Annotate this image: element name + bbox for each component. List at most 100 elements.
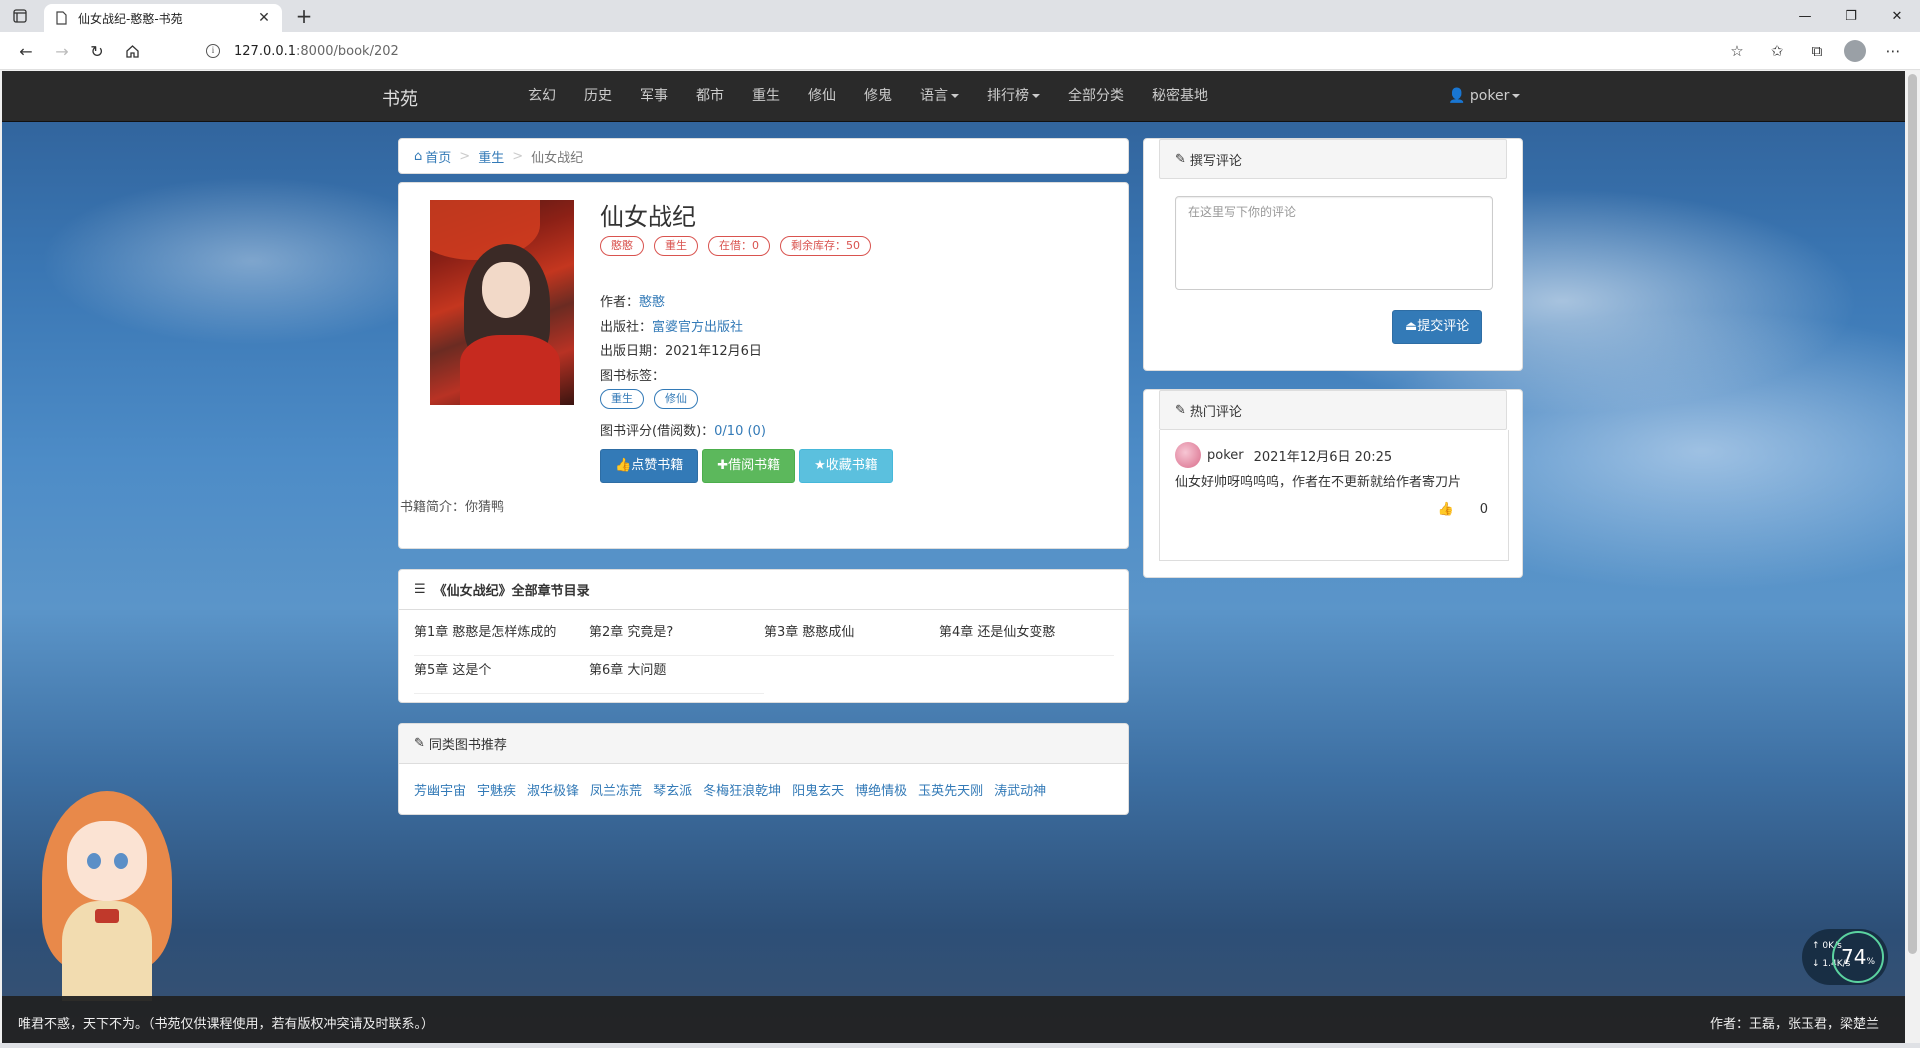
pencil-icon: ✎ — [1175, 402, 1186, 418]
comment-text: 仙女好帅呀呜呜呜，作者在不更新就给作者寄刀片 — [1175, 475, 1462, 490]
chapter-link[interactable]: 第6章 大问题 — [589, 656, 764, 694]
user-icon: 👤 — [1448, 88, 1466, 104]
recommend-list: 芳幽宇宙 宇魅疾 淑华极锋 凤兰冻荒 琴玄派 冬梅狂浪乾坤 阳鬼玄天 博绝情极 … — [414, 780, 1046, 799]
submit-comment-button[interactable]: ⏏提交评论 — [1392, 310, 1483, 344]
star-icon: ★ — [814, 458, 826, 473]
nav-item-all-categories[interactable]: 全部分类 — [1054, 71, 1138, 122]
nav-item-rebirth[interactable]: 重生 — [738, 71, 794, 122]
nav-language-label: 语言 — [920, 88, 948, 104]
hot-comment-item: poker 2021年12月6日 20:25 仙女好帅呀呜呜呜，作者在不更新就给… — [1159, 430, 1509, 561]
network-speed-widget[interactable]: ↑ 0K/s ↓ 1.4K/s 74% — [1802, 929, 1888, 985]
nav-item-secret-base[interactable]: 秘密基地 — [1138, 71, 1222, 122]
browser-tools: ☆ ✩ ⧉ ⋯ — [1724, 39, 1906, 63]
nav-item-history[interactable]: 历史 — [570, 71, 626, 122]
forward-icon[interactable]: → — [52, 41, 72, 61]
recommend-link[interactable]: 涛武动神 — [994, 780, 1046, 799]
badge-borrowed: 在借：0 — [708, 236, 770, 256]
like-book-button[interactable]: 👍点赞书籍 — [600, 449, 699, 483]
page-viewport: 书苑 玄幻 历史 军事 都市 重生 修仙 修鬼 语言 排行榜 全部分类 秘密基地… — [2, 71, 1905, 1048]
write-comment-heading-text: 撰写评论 — [1189, 153, 1242, 169]
book-score: 图书评分(借阅数)：0/10 (0) — [600, 420, 766, 439]
upload-icon: ⏏ — [1405, 319, 1418, 334]
profile-avatar[interactable] — [1844, 40, 1866, 62]
like-book-label: 点赞书籍 — [631, 458, 684, 473]
nav-item-urban[interactable]: 都市 — [682, 71, 738, 122]
recommend-link[interactable]: 琴玄派 — [653, 780, 692, 799]
chapter-link[interactable]: 第2章 究竟是? — [589, 618, 764, 656]
new-tab-button[interactable]: + — [292, 5, 316, 29]
page-scrollbar-thumb[interactable] — [1908, 74, 1917, 954]
author-link[interactable]: 憨憨 — [639, 295, 665, 310]
minimize-icon[interactable]: — — [1782, 0, 1828, 32]
nav-item-xuanhuan[interactable]: 玄幻 — [514, 71, 570, 122]
chapter-link[interactable]: 第1章 憨憨是怎样炼成的 — [414, 618, 589, 656]
pencil-icon: ✎ — [414, 736, 425, 751]
publisher-link[interactable]: 富婆官方出版社 — [652, 320, 743, 335]
recommend-link[interactable]: 冬梅狂浪乾坤 — [703, 780, 781, 799]
recommend-link[interactable]: 阳鬼玄天 — [792, 780, 844, 799]
nav-ranking-label: 排行榜 — [987, 88, 1029, 104]
borrow-book-button[interactable]: ✚借阅书籍 — [702, 449, 796, 483]
favorites-icon[interactable]: ✩ — [1764, 39, 1790, 63]
tag-xiuxian[interactable]: 修仙 — [654, 389, 698, 409]
user-menu-dropdown[interactable]: 👤 poker — [1448, 71, 1520, 122]
plus-icon: ✚ — [717, 458, 729, 473]
comment-textarea[interactable]: 在这里写下你的评论 — [1175, 196, 1493, 290]
badge-category: 重生 — [654, 236, 698, 256]
tab-close-icon[interactable]: ✕ — [256, 10, 272, 26]
breadcrumb-current: 仙女战纪 — [531, 150, 584, 166]
restore-icon[interactable]: ❐ — [1828, 0, 1874, 32]
nav-item-ranking-dropdown[interactable]: 排行榜 — [973, 71, 1054, 122]
breadcrumb-category[interactable]: 重生 — [478, 147, 504, 166]
nav-item-language-dropdown[interactable]: 语言 — [906, 71, 973, 122]
write-comment-heading: ✎ 撰写评论 — [1159, 139, 1507, 179]
add-favorite-icon[interactable]: ☆ — [1724, 39, 1750, 63]
pubdate-line: 出版日期：2021年12月6日 — [600, 340, 762, 359]
refresh-icon[interactable]: ↻ — [87, 41, 107, 61]
recommend-link[interactable]: 博绝情极 — [855, 780, 907, 799]
collections-icon[interactable]: ⧉ — [1804, 39, 1830, 63]
usage-percent-value: 74 — [1840, 945, 1867, 969]
usage-percent: 74% — [1832, 931, 1884, 983]
write-comment-panel: ✎ 撰写评论 在这里写下你的评论 ⏏提交评论 — [1143, 138, 1523, 371]
hot-comments-heading: ✎ 热门评论 — [1159, 390, 1507, 430]
recommend-link[interactable]: 宇魅疾 — [477, 780, 516, 799]
nav-item-military[interactable]: 军事 — [626, 71, 682, 122]
chapter-link[interactable]: 第5章 这是个 — [414, 656, 589, 694]
mascot-character[interactable] — [32, 791, 182, 1001]
footer-notice: 唯君不惑，天下不为。（书苑仅供课程使用，若有版权冲突请及时联系。） — [18, 1017, 435, 1032]
like-icon[interactable]: 👍 — [1438, 502, 1454, 517]
browser-tab-active[interactable]: 仙女战纪-憨憨-书苑 ✕ — [44, 4, 282, 32]
site-info-icon[interactable]: i — [206, 44, 220, 58]
recommend-link[interactable]: 淑华极锋 — [527, 780, 579, 799]
site-navbar: 书苑 玄幻 历史 军事 都市 重生 修仙 修鬼 语言 排行榜 全部分类 秘密基地… — [2, 71, 1905, 122]
recommend-link[interactable]: 凤兰冻荒 — [590, 780, 642, 799]
site-brand[interactable]: 书苑 — [382, 85, 418, 111]
nav-item-xiuxian[interactable]: 修仙 — [794, 71, 850, 122]
nav-item-xiugui[interactable]: 修鬼 — [850, 71, 906, 122]
url-field[interactable]: i 127.0.0.1:8000/book/202 — [192, 37, 1712, 65]
collect-book-button[interactable]: ★收藏书籍 — [799, 449, 893, 483]
book-info-panel: 仙女战纪 憨憨 重生 在借：0 剩余库存：50 作者：憨憨 出版社：富婆官方出版… — [398, 182, 1129, 549]
comment-user-row: poker 2021年12月6日 20:25 — [1175, 442, 1392, 468]
submit-comment-label: 提交评论 — [1417, 319, 1470, 334]
more-icon[interactable]: ⋯ — [1880, 39, 1906, 63]
back-icon[interactable]: ← — [16, 41, 36, 61]
hot-comments-panel: ✎ 热门评论 poker 2021年12月6日 20:25 仙女好帅呀呜呜呜，作… — [1143, 389, 1523, 578]
chapter-link[interactable]: 第4章 还是仙女变憨 — [939, 618, 1114, 656]
window-controls: — ❐ ✕ — [1782, 0, 1920, 32]
tab-actions-icon[interactable] — [10, 6, 30, 26]
tag-rebirth[interactable]: 重生 — [600, 389, 644, 409]
recommend-panel: ✎ 同类图书推荐 芳幽宇宙 宇魅疾 淑华极锋 凤兰冻荒 琴玄派 冬梅狂浪乾坤 阳… — [398, 723, 1129, 815]
commenter-avatar — [1175, 442, 1201, 468]
recommend-link[interactable]: 玉英先天刚 — [918, 780, 983, 799]
book-badges: 憨憨 重生 在借：0 剩余库存：50 — [600, 236, 871, 256]
recommend-link[interactable]: 芳幽宇宙 — [414, 780, 466, 799]
commenter-name[interactable]: poker — [1207, 448, 1244, 463]
chapter-link[interactable]: 第3章 憨憨成仙 — [764, 618, 939, 656]
close-window-icon[interactable]: ✕ — [1874, 0, 1920, 32]
breadcrumb-home[interactable]: 首页 — [425, 147, 451, 166]
home-icon[interactable] — [122, 41, 142, 61]
chapter-list-panel: ☰ 《仙女战纪》全部章节目录 第1章 憨憨是怎样炼成的 第2章 究竟是? 第3章… — [398, 569, 1129, 703]
breadcrumb-separator: > — [459, 148, 471, 164]
